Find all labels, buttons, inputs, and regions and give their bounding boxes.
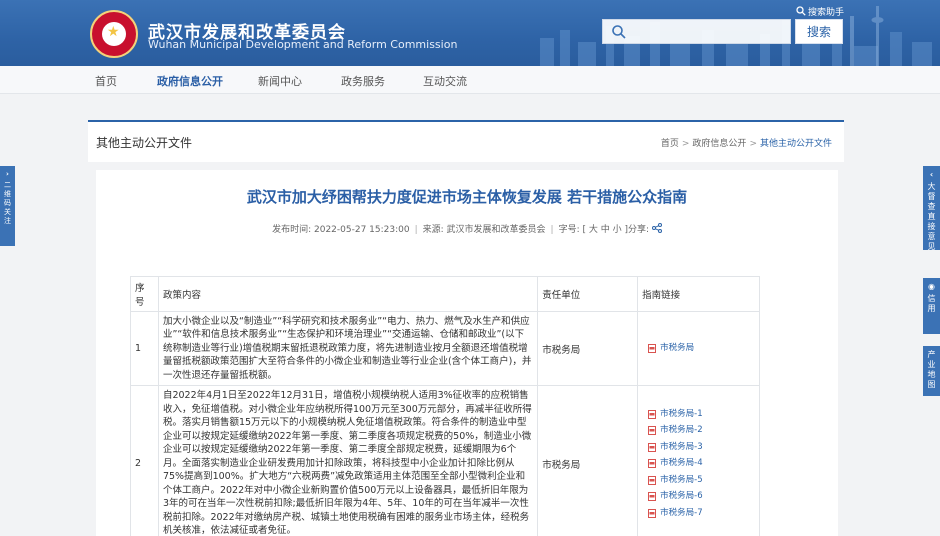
meta-divider: | xyxy=(550,225,554,235)
qr-follow-label: 二维码关注 xyxy=(4,181,11,225)
guide-link-label: 市税务局-7 xyxy=(660,507,703,518)
row-no: 1 xyxy=(130,310,159,387)
source: 来源: 武汉市发展和改革委员会 xyxy=(422,225,546,235)
row-links: 市税务局-1 市税务局-2 市税务局-3 市税务局-4 市税务局-5 市税务局-… xyxy=(637,385,760,536)
industry-map-label: 产业地图 xyxy=(927,350,936,389)
guide-link[interactable]: 市税务局 xyxy=(642,340,755,357)
table-header-row: 序号 政策内容 责任单位 指南链接 xyxy=(130,276,760,312)
guide-link-label: 市税务局-4 xyxy=(660,458,703,469)
search-input[interactable] xyxy=(631,22,786,42)
guide-link[interactable]: 市税务局-7 xyxy=(642,505,755,522)
share-icon[interactable] xyxy=(651,223,662,233)
guide-link[interactable]: 市税务局-1 xyxy=(642,406,755,423)
publish-time: 发布时间: 2022-05-27 15:23:00 xyxy=(272,225,410,235)
table-row: 2 自2022年4月1日至2022年12月31日，增值税小规模纳税人适用3%征收… xyxy=(130,385,760,536)
document-icon xyxy=(648,459,657,469)
row-unit: 市税务局 xyxy=(537,385,639,536)
qr-follow-widget[interactable]: › 二维码关注 xyxy=(0,166,15,246)
guide-link[interactable]: 市税务局-2 xyxy=(642,422,755,439)
supervision-label: 大督查直接意见 xyxy=(927,182,936,251)
guide-link[interactable]: 市税务局-4 xyxy=(642,455,755,472)
search-helper-link[interactable]: 搜索助手 xyxy=(796,5,844,18)
row-unit: 市税务局 xyxy=(537,310,639,387)
document-icon xyxy=(648,409,657,419)
policy-table: 序号 政策内容 责任单位 指南链接 1 加大小微企业以及“制造业”“科学研究和技… xyxy=(130,276,760,536)
document-icon xyxy=(648,492,657,502)
header-content: 政策内容 xyxy=(157,276,539,312)
credit-label: 信用 xyxy=(927,294,936,313)
article-title: 武汉市加大纾困帮扶力度促进市场主体恢复发展 若干措施公众指南 xyxy=(246,188,688,206)
document-icon xyxy=(648,475,657,485)
star-icon: ★ xyxy=(107,24,120,40)
header-no: 序号 xyxy=(130,276,159,312)
guide-link-label: 市税务局-6 xyxy=(660,491,703,502)
document-icon xyxy=(648,442,657,452)
chevron-left-icon: ‹ xyxy=(929,170,934,179)
site-logo[interactable]: ★ xyxy=(90,10,138,58)
font-size-control[interactable]: 字号: [ 大 中 小 ] xyxy=(559,225,628,235)
article-meta: 发布时间: 2022-05-27 15:23:00 | 来源: 武汉市发展和改革委员… xyxy=(96,222,838,235)
breadcrumb-separator: > xyxy=(681,139,690,149)
search-icon xyxy=(612,25,626,39)
search-helper-label: 搜索助手 xyxy=(808,8,845,18)
header-links: 指南链接 xyxy=(637,276,760,312)
guide-link-label: 市税务局-3 xyxy=(660,441,703,452)
section-title: 其他主动公开文件 xyxy=(96,136,193,150)
row-content: 加大小微企业以及“制造业”“科学研究和技术服务业”“电力、热力、燃气及水生产和供… xyxy=(157,310,539,387)
credit-widget[interactable]: ◉ 信用 xyxy=(923,278,940,334)
guide-link[interactable]: 市税务局-3 xyxy=(642,439,755,456)
main-nav: 首页 政府信息公开 新闻中心 政务服务 互动交流 xyxy=(0,66,940,94)
guide-link-label: 市税务局 xyxy=(660,343,695,354)
search-box[interactable] xyxy=(602,19,791,44)
site-subtitle: Wuhan Municipal Development and Reform C… xyxy=(148,38,458,51)
supervision-feedback-widget[interactable]: ‹ 大督查直接意见 xyxy=(923,166,940,251)
search-helper-icon xyxy=(796,6,806,16)
chevron-right-icon: › xyxy=(6,170,9,178)
share-label: 分享: xyxy=(627,225,649,235)
breadcrumb-current[interactable]: 其他主动公开文件 xyxy=(760,139,832,149)
breadcrumb: 首页 > 政府信息公开 > 其他主动公开文件 xyxy=(661,136,832,149)
breadcrumb-bar: 其他主动公开文件 首页 > 政府信息公开 > 其他主动公开文件 xyxy=(88,120,844,162)
row-no: 2 xyxy=(130,385,159,536)
guide-link[interactable]: 市税务局-5 xyxy=(642,472,755,489)
nav-item-home[interactable]: 首页 xyxy=(95,73,117,89)
credit-emblem-icon: ◉ xyxy=(928,282,935,291)
nav-item-gov-info[interactable]: 政府信息公开 xyxy=(157,73,223,89)
guide-link-label: 市税务局-1 xyxy=(660,408,703,419)
industry-map-widget[interactable]: 产业地图 xyxy=(923,346,940,396)
table-row: 1 加大小微企业以及“制造业”“科学研究和技术服务业”“电力、热力、燃气及水生产… xyxy=(130,310,760,387)
document-icon xyxy=(648,344,657,354)
row-links: 市税务局 xyxy=(637,310,760,387)
site-header: ★ 武汉市发展和改革委员会 Wuhan Municipal Developmen… xyxy=(0,0,940,66)
document-icon xyxy=(648,426,657,436)
document-icon xyxy=(648,508,657,518)
guide-link-label: 市税务局-2 xyxy=(660,425,703,436)
nav-item-news[interactable]: 新闻中心 xyxy=(258,73,302,89)
row-content: 自2022年4月1日至2022年12月31日，增值税小规模纳税人适用3%征收率的… xyxy=(157,385,539,536)
nav-item-services[interactable]: 政务服务 xyxy=(341,73,385,89)
meta-divider: | xyxy=(414,225,418,235)
breadcrumb-home[interactable]: 首页 xyxy=(661,139,679,149)
search-button[interactable]: 搜索 xyxy=(795,19,843,44)
breadcrumb-separator: > xyxy=(749,139,757,149)
breadcrumb-gov-info[interactable]: 政府信息公开 xyxy=(692,139,746,149)
header-unit: 责任单位 xyxy=(537,276,639,312)
guide-link[interactable]: 市税务局-6 xyxy=(642,488,755,505)
article-card: 武汉市加大纾困帮扶力度促进市场主体恢复发展 若干措施公众指南 发布时间: 202… xyxy=(96,170,838,536)
guide-link-label: 市税务局-5 xyxy=(660,474,703,485)
nav-item-interaction[interactable]: 互动交流 xyxy=(423,73,467,89)
